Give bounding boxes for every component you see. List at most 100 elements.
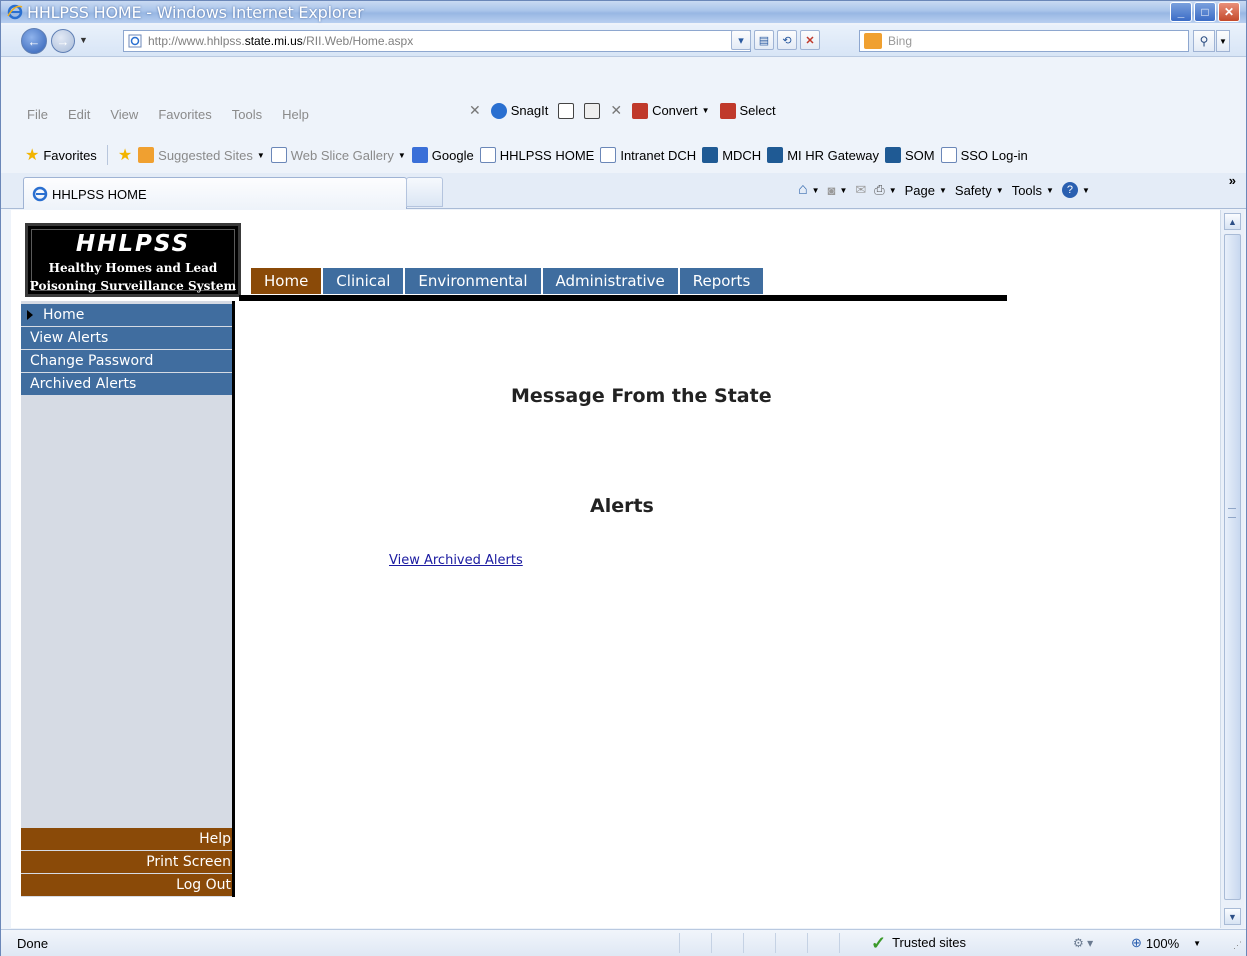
protected-mode-icon[interactable]: ⚙ ▾ (1073, 936, 1093, 950)
scroll-thumb[interactable] (1224, 234, 1241, 900)
convert-button[interactable]: Convert ▼ (632, 102, 710, 119)
menu-file[interactable]: File (27, 107, 48, 122)
fav-google[interactable]: Google (411, 147, 474, 163)
fav-label: Intranet DCH (620, 147, 697, 163)
security-zone[interactable]: ✓ Trusted sites (871, 934, 967, 952)
back-button[interactable]: ← (21, 28, 47, 54)
menu-favorites[interactable]: Favorites (158, 107, 211, 122)
sidebar-item-change-password[interactable]: Change Password (21, 350, 234, 372)
maximize-button[interactable]: □ (1194, 2, 1216, 22)
mail-button[interactable]: ✉ (855, 182, 866, 198)
refresh-icon[interactable]: ⟲ (777, 30, 797, 50)
command-bar: ⌂ ▼ ◙ ▼ ✉ ⎙ ▼ Page ▼ Safety ▼ Tools ▼ ? ▼ (798, 181, 1090, 199)
url-text: http://www.hhlpss.state.mi.us/RII.Web/Ho… (148, 34, 414, 48)
snagit-button[interactable]: SnagIt (490, 102, 548, 119)
sidebar-item-label: Archived Alerts (30, 376, 137, 392)
menu-view[interactable]: View (110, 107, 138, 122)
scroll-down-icon[interactable]: ▼ (1224, 908, 1241, 925)
fav-intranet-dch[interactable]: Intranet DCH (600, 147, 696, 163)
tab-administrative[interactable]: Administrative (542, 268, 678, 294)
close-toolbar-icon[interactable]: ✕ (469, 102, 481, 119)
new-tab-button[interactable] (406, 177, 443, 207)
close-button[interactable]: ✕ (1218, 2, 1240, 22)
sidebar-print-screen-button[interactable]: Print Screen (21, 851, 234, 873)
fav-label: Web Slice Gallery (290, 147, 394, 163)
feeds-button[interactable]: ◙ ▼ (828, 183, 848, 198)
sidebar-item-view-alerts[interactable]: View Alerts (21, 327, 234, 349)
fav-sso-log-in[interactable]: SSO Log-in (940, 147, 1028, 163)
page-menu[interactable]: Page ▼ (905, 183, 947, 198)
alerts-heading: Alerts (590, 495, 654, 517)
browser-tab[interactable]: HHLPSS HOME (23, 177, 407, 209)
ie-page-icon (479, 147, 496, 163)
tab-title: HHLPSS HOME (52, 187, 147, 202)
compatibility-view-icon[interactable]: ▤ (754, 30, 774, 50)
convert-dropdown-icon: ▼ (701, 106, 710, 115)
help-icon: ? (1061, 182, 1078, 198)
tab-clinical[interactable]: Clinical (323, 268, 404, 294)
snagit-window-icon[interactable] (558, 102, 575, 119)
chevron-down-icon: ▼ (888, 185, 897, 195)
safety-menu[interactable]: Safety ▼ (955, 183, 1004, 198)
menu-tools[interactable]: Tools (232, 107, 262, 122)
home-button[interactable]: ⌂ ▼ (798, 181, 820, 199)
star-icon: ★ (25, 147, 40, 164)
resize-grip-icon[interactable]: ⋰ (1233, 940, 1242, 951)
fav-label: MDCH (722, 147, 762, 163)
fav-web-slice-gallery[interactable]: Web Slice Gallery ▼ (270, 147, 406, 163)
fav-suggested-sites[interactable]: Suggested Sites ▼ (138, 147, 265, 163)
fav-label: Google (431, 147, 474, 163)
search-placeholder: Bing (888, 34, 913, 48)
favorites-label: Favorites (43, 147, 97, 163)
address-dropdown-icon[interactable]: ▾ (731, 30, 751, 50)
sidebar-help-button[interactable]: Help (21, 828, 234, 850)
sidebar-item-home[interactable]: Home (21, 304, 234, 326)
tab-home[interactable]: Home (251, 268, 322, 294)
minimize-button[interactable]: _ (1170, 2, 1192, 22)
search-input[interactable]: Bing (859, 30, 1189, 52)
chevron-down-icon: ▼ (1193, 938, 1202, 948)
status-text: Done (17, 936, 49, 951)
vertical-scrollbar[interactable]: ▲ ▼ (1220, 210, 1244, 928)
fav-label: SOM (904, 147, 935, 163)
menu-help[interactable]: Help (282, 107, 309, 122)
select-button[interactable]: Select (719, 102, 776, 119)
zone-label: Trusted sites (892, 935, 967, 950)
add-favorite-icon[interactable]: ★ (118, 145, 132, 165)
help-button[interactable]: ? ▼ (1061, 182, 1090, 198)
ie-page-icon (940, 147, 957, 163)
scroll-up-icon[interactable]: ▲ (1224, 213, 1241, 230)
ie-logo-icon (7, 4, 23, 20)
fav-hhlpss-home[interactable]: HHLPSS HOME (479, 147, 595, 163)
forward-button[interactable]: → (51, 29, 75, 53)
fav-mdch[interactable]: MDCH (702, 147, 761, 163)
stop-icon[interactable]: ✕ (800, 30, 820, 50)
bing-icon (138, 147, 155, 163)
tab-reports[interactable]: Reports (679, 268, 764, 294)
view-archived-alerts-link[interactable]: View Archived Alerts (389, 553, 523, 568)
tools-menu[interactable]: Tools ▼ (1012, 183, 1054, 198)
snagit-edit-icon[interactable] (584, 102, 601, 119)
menu-edit[interactable]: Edit (68, 107, 90, 122)
search-options-icon[interactable]: ▼ (1216, 30, 1230, 52)
snagit-icon (490, 102, 507, 119)
sidebar-item-archived-alerts[interactable]: Archived Alerts (21, 373, 234, 395)
more-commands-icon[interactable]: » (1229, 173, 1236, 188)
status-bar: Done ✓ Trusted sites ⚙ ▾ ⊕ 100% ▼ ⋰ (1, 929, 1246, 956)
chevron-down-icon: ▼ (995, 185, 1004, 195)
print-button[interactable]: ⎙ ▼ (874, 182, 896, 198)
fav-mi-hr-gateway[interactable]: MI HR Gateway (767, 147, 879, 163)
close-convert-toolbar-icon[interactable]: ✕ (610, 102, 622, 119)
zoom-control[interactable]: ⊕ 100% ▼ (1131, 935, 1201, 951)
ie-page-icon (600, 147, 617, 163)
fav-label: HHLPSS HOME (499, 147, 595, 163)
sidebar-edge (232, 301, 235, 897)
favorites-button[interactable]: ★ Favorites (25, 145, 97, 165)
fav-som[interactable]: SOM (884, 147, 935, 163)
zoom-level: 100% (1145, 935, 1180, 951)
search-icon[interactable]: ⚲ (1193, 30, 1215, 52)
address-input[interactable]: http://www.hhlpss.state.mi.us/RII.Web/Ho… (123, 30, 751, 52)
sidebar-log-out-button[interactable]: Log Out (21, 874, 234, 896)
recent-pages-dropdown-icon[interactable]: ▼ (79, 35, 88, 45)
tab-environmental[interactable]: Environmental (405, 268, 541, 294)
